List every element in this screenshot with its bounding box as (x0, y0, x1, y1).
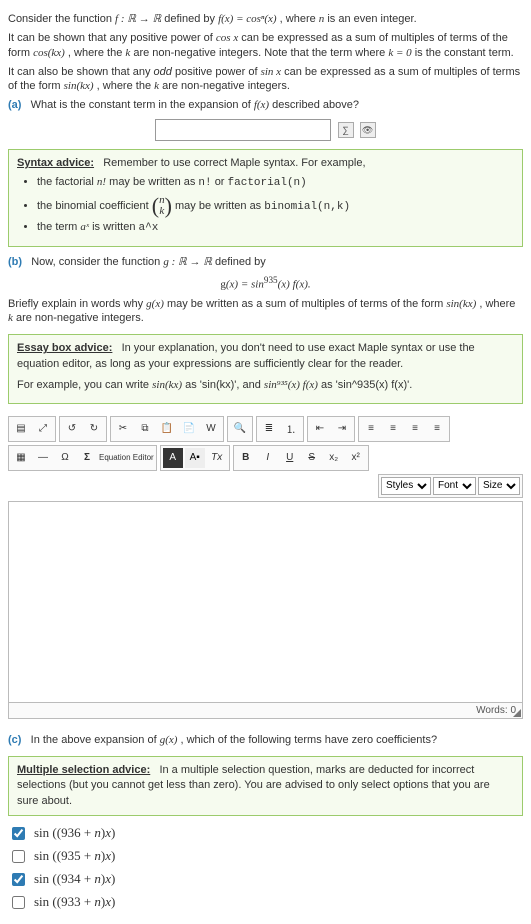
bullet-list-icon[interactable]: ≣ (259, 419, 279, 439)
option-row: sin ((933 + n)x) (8, 893, 523, 912)
cut-icon[interactable]: ✂ (113, 419, 133, 439)
strike-button[interactable]: S (302, 448, 322, 468)
indent-icon[interactable]: ⇥ (332, 419, 352, 439)
essay-textarea[interactable] (8, 501, 523, 703)
multi-advice-title: Multiple selection advice: (17, 764, 150, 776)
find-icon[interactable]: 🔍 (230, 419, 250, 439)
bg-color-button[interactable]: A▪ (185, 448, 205, 468)
outdent-icon[interactable]: ⇤ (310, 419, 330, 439)
part-b-brief: Briefly explain in words why g(x) may be… (8, 297, 523, 327)
font-select[interactable]: Font (433, 477, 476, 495)
syntax-advice-box: Syntax advice: Remember to use correct M… (8, 149, 523, 247)
align-left-icon[interactable]: ≡ (361, 419, 381, 439)
option-label: sin ((935 + n)x) (34, 848, 115, 864)
equation-editor-button[interactable]: Σ (77, 448, 97, 468)
styles-select[interactable]: Styles (381, 477, 431, 495)
option-row: sin ((936 + n)x) (8, 824, 523, 843)
align-justify-icon[interactable]: ≡ (427, 419, 447, 439)
part-b-line1: (b) Now, consider the function g : ℝ → ℝ… (8, 255, 523, 270)
option-row: sin ((935 + n)x) (8, 847, 523, 866)
resize-handle[interactable] (513, 709, 521, 717)
n: n (319, 13, 325, 25)
answer-a-input[interactable] (155, 119, 331, 141)
binomial-symbol: (nk) (152, 195, 172, 217)
essay-advice-example: For example, you can write sin(kx) as 's… (17, 378, 514, 393)
option-label: sin ((936 + n)x) (34, 825, 115, 841)
toolbar-row-2: ▦ — Ω Σ Equation Editor A A▪ Tx B I U S … (8, 445, 523, 471)
option-checkbox[interactable] (12, 827, 25, 840)
part-a-label: (a) (8, 99, 21, 111)
part-c-label: (c) (8, 734, 21, 746)
essay-advice-title: Essay box advice: (17, 342, 112, 354)
answer-a-row: ∑ 👁 (8, 119, 523, 141)
table-icon[interactable]: ▦ (11, 448, 31, 468)
f-domain: f : ℝ → ℝ (115, 13, 161, 25)
remove-format-button[interactable]: Tx (207, 448, 227, 468)
undo-icon[interactable]: ↺ (62, 419, 82, 439)
align-right-icon[interactable]: ≡ (405, 419, 425, 439)
syntax-item-factorial: the factorial n! may be written as n! or… (37, 175, 514, 191)
f-eq: f(x) = cosⁿ(x) (218, 13, 277, 25)
cos-power-paragraph: It can be shown that any positive power … (8, 31, 523, 61)
italic-button[interactable]: I (258, 448, 278, 468)
align-center-icon[interactable]: ≡ (383, 419, 403, 439)
equation-editor-icon[interactable]: ∑ (338, 122, 354, 138)
text-color-button[interactable]: A (163, 448, 183, 468)
sin-power-paragraph: It can also be shown that any odd positi… (8, 65, 523, 95)
part-a-question: (a) What is the constant term in the exp… (8, 98, 523, 113)
multiple-selection-advice-box: Multiple selection advice: In a multiple… (8, 756, 523, 816)
special-char-icon[interactable]: Ω (55, 448, 75, 468)
copy-icon[interactable]: ⧉ (135, 419, 155, 439)
intro-paragraph: Consider the function f : ℝ → ℝ defined … (8, 12, 523, 27)
text: Consider the function (8, 13, 115, 25)
option-checkbox[interactable] (12, 896, 25, 909)
redo-icon[interactable]: ↻ (84, 419, 104, 439)
option-checkbox[interactable] (12, 850, 25, 863)
number-list-icon[interactable]: ⒈ (281, 419, 301, 439)
text: defined by (164, 13, 218, 25)
text: is an even integer. (327, 13, 416, 25)
superscript-button[interactable]: x² (346, 448, 366, 468)
paste-word-icon[interactable]: W (201, 419, 221, 439)
source-icon[interactable]: ▤ (11, 419, 31, 439)
paste-icon[interactable]: 📋 (157, 419, 177, 439)
underline-button[interactable]: U (280, 448, 300, 468)
text: , where (280, 13, 319, 25)
toolbar-row-3: Styles Font Size (8, 474, 523, 498)
preview-icon[interactable]: 👁 (360, 122, 376, 138)
expand-icon[interactable]: ⤢ (33, 419, 53, 439)
essay-advice-box: Essay box advice: In your explanation, y… (8, 334, 523, 404)
syntax-list: the factorial n! may be written as n! or… (17, 175, 514, 236)
hr-icon[interactable]: — (33, 448, 53, 468)
essay-editor: ▤ ⤢ ↺ ↻ ✂ ⧉ 📋 📄 W 🔍 ≣ ⒈ ⇤ ⇥ ≡ ≡ ≡ ≡ (8, 416, 523, 719)
option-row: sin ((934 + n)x) (8, 870, 523, 889)
part-c-question: (c) In the above expansion of g(x) , whi… (8, 733, 523, 748)
g-equation: g(x) = sin935(x) f(x). (8, 274, 523, 293)
options-list: sin ((936 + n)x) sin ((935 + n)x) sin ((93… (8, 824, 523, 912)
equation-editor-label: Equation Editor (99, 454, 154, 462)
option-label: sin ((934 + n)x) (34, 871, 115, 887)
bold-button[interactable]: B (236, 448, 256, 468)
syntax-item-power: the term aˣ is written a^x (37, 220, 514, 236)
syntax-item-binomial: the binomial coefficient (nk) may be wri… (37, 195, 514, 217)
paste-text-icon[interactable]: 📄 (179, 419, 199, 439)
editor-footer: Words: 0 (8, 703, 523, 719)
option-label: sin ((933 + n)x) (34, 894, 115, 910)
toolbar-row-1: ▤ ⤢ ↺ ↻ ✂ ⧉ 📋 📄 W 🔍 ≣ ⒈ ⇤ ⇥ ≡ ≡ ≡ ≡ (8, 416, 523, 442)
size-select[interactable]: Size (478, 477, 520, 495)
subscript-button[interactable]: x₂ (324, 448, 344, 468)
syntax-advice-title: Syntax advice: (17, 157, 94, 169)
option-checkbox[interactable] (12, 873, 25, 886)
part-b-label: (b) (8, 256, 22, 268)
word-count-label: Words: (476, 705, 510, 716)
